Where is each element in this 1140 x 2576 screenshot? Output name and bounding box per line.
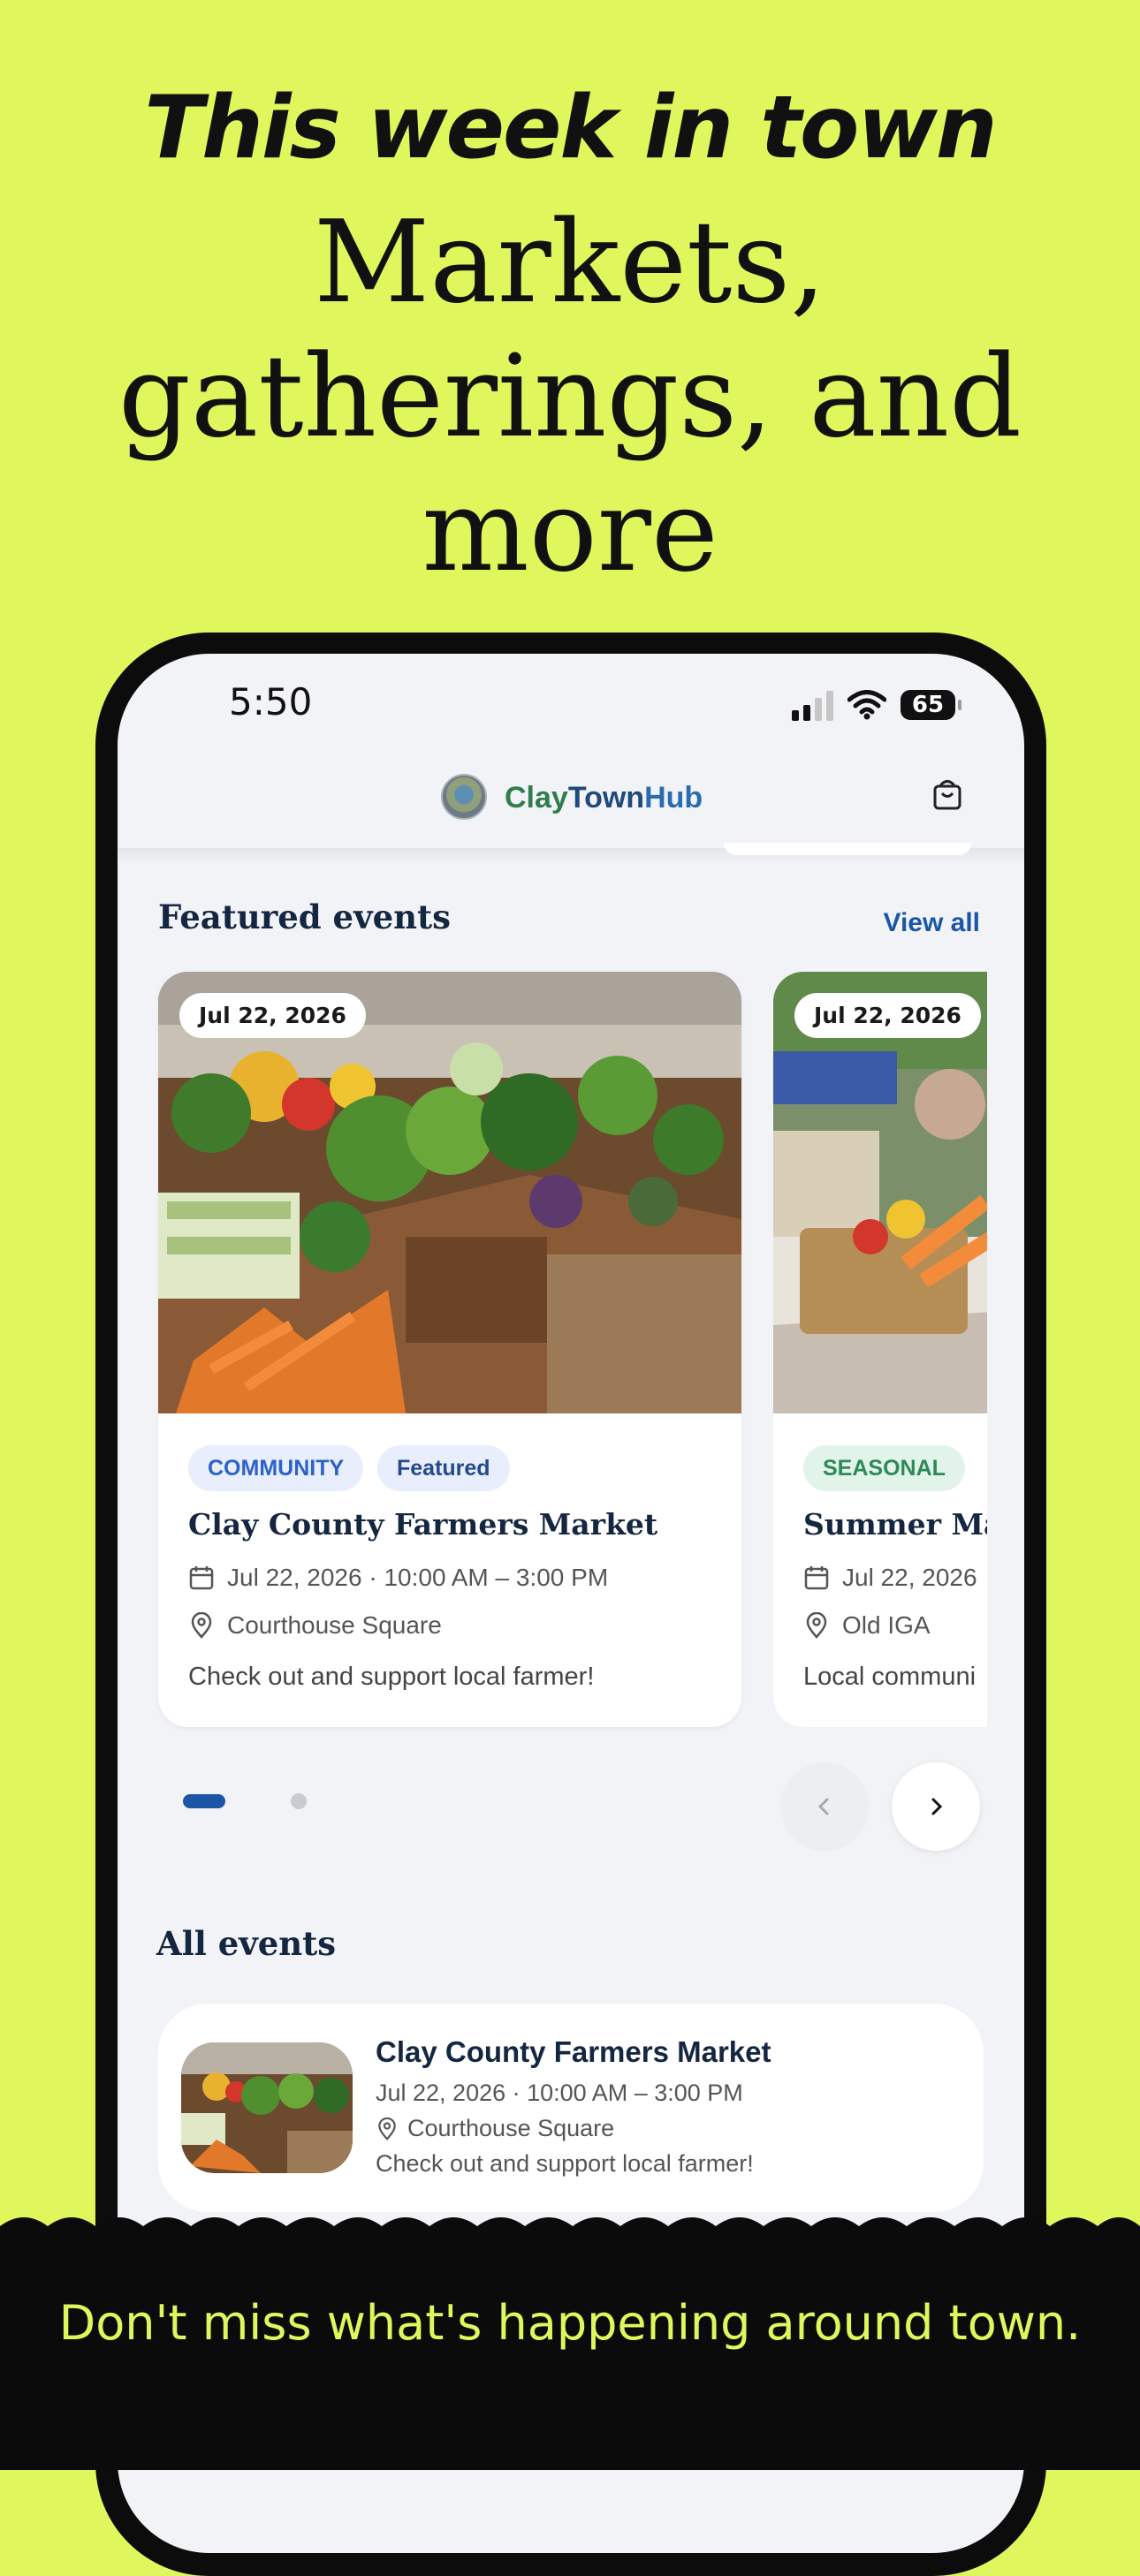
view-all-link[interactable]: View all — [883, 908, 980, 938]
chevron-left-icon — [817, 1798, 829, 1815]
event-location: Old IGA — [842, 1611, 931, 1639]
event-date-chip: Jul 22, 2026 — [794, 993, 981, 1038]
carousel-dot[interactable] — [291, 1793, 307, 1809]
marketing-headline-top: This week in town — [144, 78, 997, 178]
event-datetime: Jul 22, 2026 · 10:00 AM – 3:00 PM — [227, 1564, 609, 1591]
app-header: ClayTownHub — [118, 742, 1024, 848]
location-pin-icon — [806, 1612, 827, 1639]
featured-events-title: Featured events — [158, 898, 451, 936]
event-location-row: Courthouse Square — [188, 1611, 442, 1640]
signal-icon — [792, 689, 833, 721]
header-scroll-indicator — [724, 843, 971, 855]
list-event-location: Courthouse Square — [407, 2115, 615, 2141]
carousel-dot-active[interactable] — [183, 1794, 225, 1808]
shopping-bag-icon[interactable] — [931, 777, 964, 811]
category-tag: COMMUNITY — [188, 1445, 364, 1491]
event-list-item[interactable]: Clay County Farmers Market Jul 22, 2026 … — [158, 2004, 984, 2212]
wifi-icon — [847, 690, 886, 720]
farmers-market-photo: Jul 22, 2026 — [158, 972, 741, 1413]
event-datetime: Jul 22, 2026 — [842, 1564, 977, 1591]
summer-market-photo: Jul 22, 2026 — [773, 972, 987, 1413]
list-event-location-row: Courthouse Square — [376, 2115, 614, 2142]
category-tag: SEASONAL — [803, 1445, 965, 1491]
event-title: Clay County Farmers Market — [188, 1507, 658, 1542]
event-description: Local communi — [803, 1663, 977, 1691]
list-event-title: Clay County Farmers Market — [376, 2035, 771, 2068]
carousel-prev-button[interactable] — [780, 1762, 869, 1851]
battery-icon: 65 — [901, 690, 961, 720]
calendar-icon — [189, 1566, 214, 1590]
chevron-right-icon — [931, 1798, 943, 1815]
all-events-title: All events — [156, 1924, 337, 1963]
event-location: Courthouse Square — [227, 1611, 442, 1639]
status-icons: 65 — [792, 686, 961, 724]
event-datetime-row: Jul 22, 2026 — [803, 1564, 977, 1592]
featured-event-card[interactable]: Jul 22, 2026 SEASONAL Summer Ma Jul 22, … — [773, 972, 987, 1727]
marketing-headline-main: Markets, gatherings, and more — [118, 197, 1022, 597]
app-brand-name: ClayTownHub — [505, 781, 703, 814]
marketing-tagline: Don't miss what's happening around town. — [58, 2295, 1082, 2351]
location-pin-icon — [191, 1612, 212, 1639]
status-time: 5:50 — [229, 680, 313, 724]
event-location-row: Old IGA — [803, 1611, 931, 1640]
featured-tag: Featured — [377, 1445, 510, 1491]
event-description: Check out and support local farmer! — [188, 1663, 595, 1691]
featured-event-card[interactable]: Jul 22, 2026 COMMUNITY Featured Clay Cou… — [158, 972, 741, 1727]
app-logo-seal — [441, 774, 487, 820]
event-thumbnail — [181, 2042, 353, 2173]
carousel-indicator — [183, 1793, 307, 1809]
list-event-datetime: Jul 22, 2026 · 10:00 AM – 3:00 PM — [376, 2080, 743, 2106]
event-date-chip: Jul 22, 2026 — [179, 993, 366, 1038]
featured-event-card-clip: Jul 22, 2026 SEASONAL Summer Ma Jul 22, … — [773, 972, 987, 1727]
location-pin-icon — [378, 2117, 396, 2140]
list-event-description: Check out and support local farmer! — [376, 2150, 754, 2177]
event-title: Summer Ma — [803, 1507, 987, 1542]
event-datetime-row: Jul 22, 2026 · 10:00 AM – 3:00 PM — [188, 1564, 608, 1592]
calendar-icon — [804, 1566, 829, 1590]
carousel-next-button[interactable] — [892, 1762, 980, 1851]
